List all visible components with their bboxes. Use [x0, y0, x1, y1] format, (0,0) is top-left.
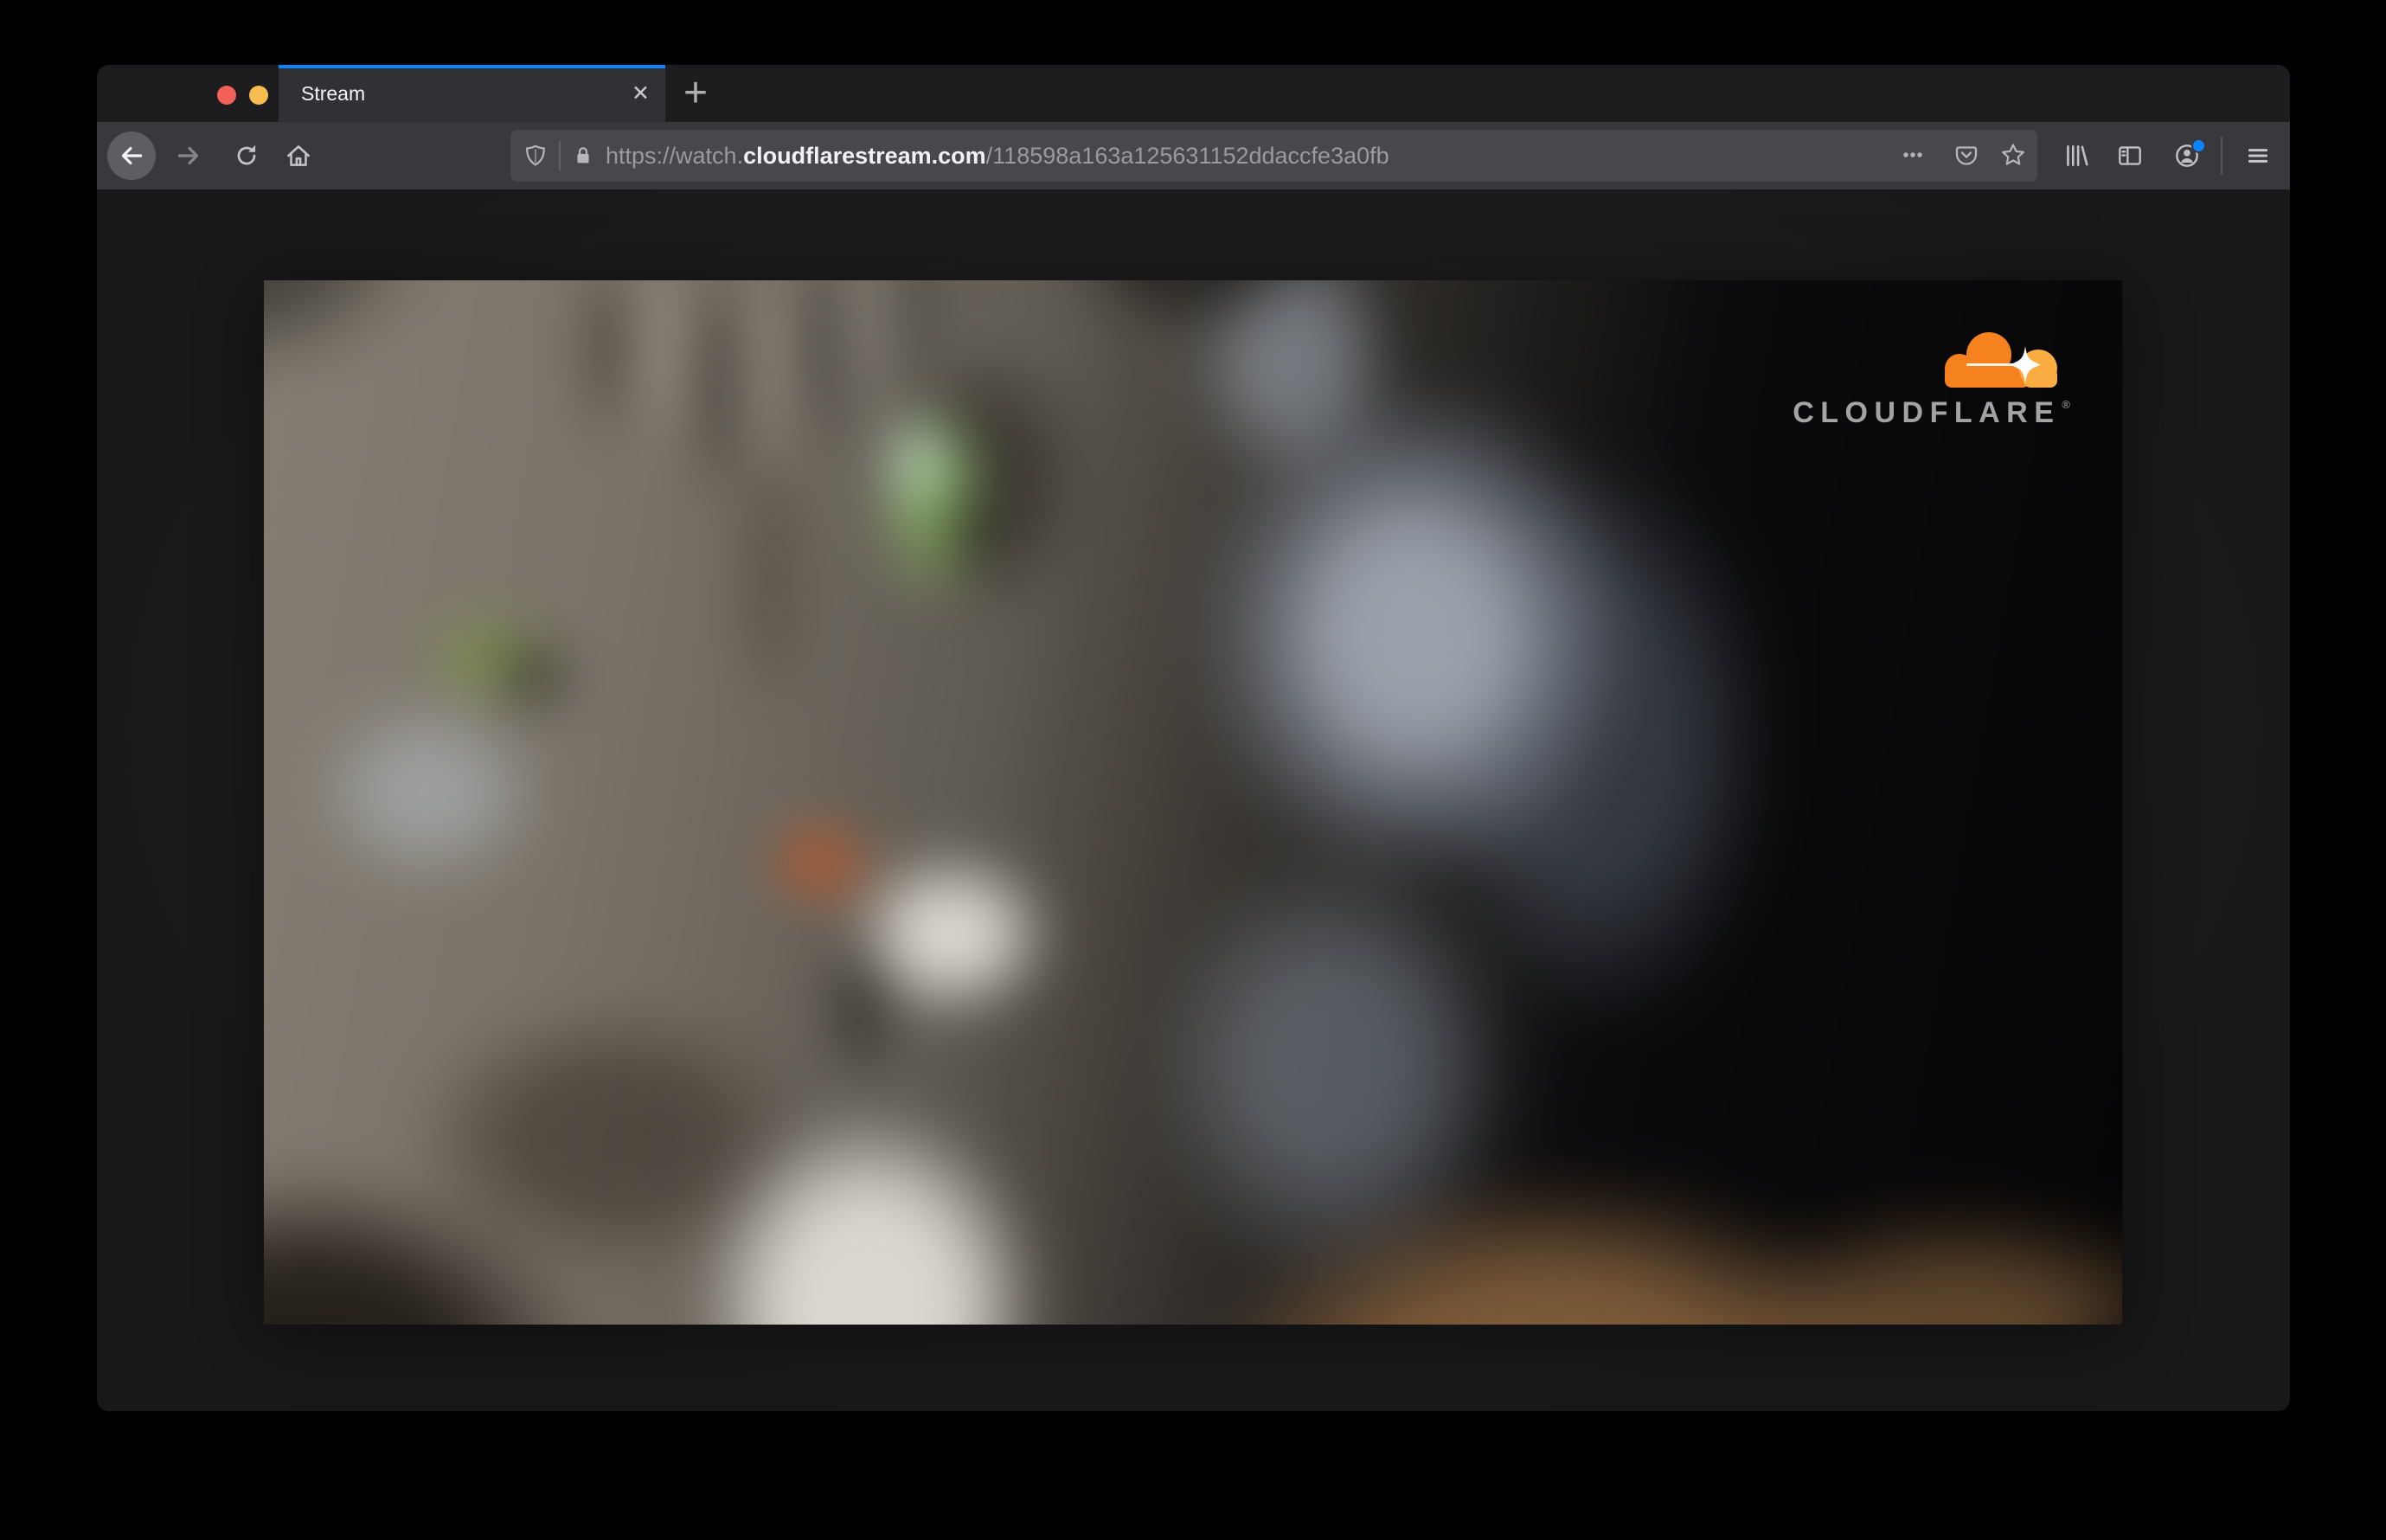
url-text: https://watch.cloudflarestream.com/11859…: [606, 143, 1389, 170]
urlbar-divider: [559, 141, 561, 170]
url-bar[interactable]: https://watch.cloudflarestream.com/11859…: [510, 130, 2037, 182]
account-notification-badge: [2191, 138, 2206, 153]
reload-icon: [232, 141, 261, 170]
bookmark-star-icon: [1999, 141, 2027, 169]
account-button[interactable]: [2172, 138, 2206, 170]
page-actions-icon: [1899, 141, 1927, 169]
browser-window: Stream ✕ + https://watch.cloudflarestrea…: [97, 65, 2290, 1411]
close-tab-icon[interactable]: ✕: [632, 82, 650, 105]
tab-title: Stream: [301, 81, 366, 105]
cloudflare-wordmark: CLOUDFLARE ®: [1793, 396, 2070, 429]
close-window-button[interactable]: [217, 86, 236, 105]
menu-button[interactable]: [2243, 141, 2273, 170]
registered-mark: ®: [2062, 398, 2070, 411]
toolbar-divider: [2221, 137, 2222, 175]
bookmark-star-button[interactable]: [1999, 141, 2027, 169]
pocket-icon: [1953, 141, 1980, 169]
navigation-toolbar: https://watch.cloudflarestream.com/11859…: [97, 122, 2290, 189]
forward-button[interactable]: [174, 141, 203, 170]
cloudflare-watermark: CLOUDFLARE ®: [1793, 325, 2070, 430]
home-button[interactable]: [284, 141, 313, 170]
back-icon: [117, 141, 146, 170]
sidebar-icon: [2115, 141, 2145, 170]
pocket-button[interactable]: [1953, 141, 1980, 169]
shield-icon[interactable]: [523, 143, 548, 169]
new-tab-button[interactable]: +: [670, 65, 722, 122]
minimize-window-button[interactable]: [249, 86, 268, 105]
home-icon: [284, 141, 313, 170]
library-button[interactable]: [2062, 141, 2091, 170]
lock-icon[interactable]: [571, 144, 595, 168]
url-path: /118598a163a125631152ddaccfe3a0fb: [985, 142, 1389, 169]
tab-stream[interactable]: Stream ✕: [279, 65, 665, 122]
page-content: CLOUDFLARE ®: [97, 189, 2290, 1411]
cloudflare-cloud-icon: [1934, 325, 2070, 393]
page-actions-button[interactable]: [1899, 141, 1927, 169]
sidebar-button[interactable]: [2115, 141, 2145, 170]
url-scheme: https://watch.: [606, 142, 744, 169]
menu-icon: [2243, 141, 2273, 170]
back-button[interactable]: [107, 132, 156, 180]
reload-button[interactable]: [232, 141, 261, 170]
forward-icon: [174, 141, 203, 170]
url-domain: cloudflarestream.com: [743, 142, 986, 169]
tab-bar: Stream ✕ +: [97, 65, 2290, 122]
library-icon: [2062, 141, 2091, 170]
video-player[interactable]: CLOUDFLARE ®: [264, 280, 2122, 1325]
video-frame-cat: [264, 280, 2122, 1325]
